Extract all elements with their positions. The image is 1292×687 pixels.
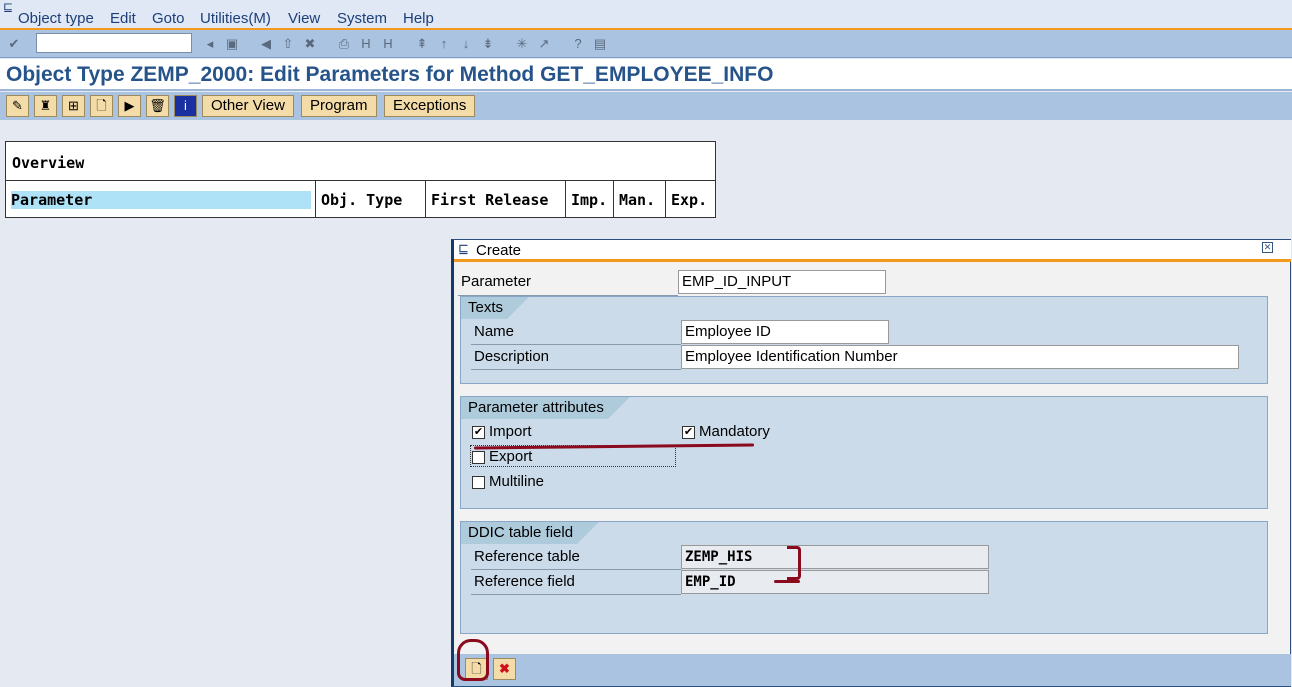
table-header-row: Parameter Obj. Type First Release Imp. M… (6, 180, 715, 218)
menu-view[interactable]: View (288, 10, 320, 27)
help-icon[interactable]: ? (570, 36, 586, 52)
import-checkbox[interactable]: ✔ (472, 426, 485, 439)
name-input[interactable]: Employee ID (681, 320, 889, 344)
find-icon[interactable]: H (358, 36, 374, 52)
layout-menu-icon[interactable]: ▤ (592, 36, 608, 52)
col-imp[interactable]: Imp. (566, 181, 614, 218)
parameter-attributes-group: Parameter attributes ✔ Import ✔ Mandator… (460, 396, 1268, 509)
description-label: Description (474, 348, 550, 365)
menu-system[interactable]: System (337, 10, 387, 27)
parameter-label: Parameter (461, 273, 532, 290)
attributes-group-title: Parameter attributes (461, 397, 630, 419)
hierarchy-icon[interactable]: ⊞ (62, 95, 85, 117)
ddic-group-title: DDIC table field (461, 522, 599, 544)
dialog-menu-icon[interactable]: ⊑ (458, 241, 469, 257)
col-exp[interactable]: Exp. (666, 181, 715, 218)
col-man[interactable]: Man. (614, 181, 666, 218)
overview-table: Overview Parameter Obj. Type First Relea… (5, 141, 716, 218)
multiline-label: Multiline (489, 473, 545, 490)
info-icon[interactable]: i (174, 95, 197, 117)
menu-goto[interactable]: Goto (152, 10, 185, 27)
mandatory-label: Mandatory (699, 423, 770, 440)
reference-table-field[interactable]: ZEMP_HIS (681, 545, 989, 569)
reference-table-label: Reference table (474, 548, 580, 565)
delete-icon[interactable]: 🗑 (146, 95, 169, 117)
import-label: Import (489, 423, 532, 440)
window-menu-icon[interactable]: ⊑ (3, 0, 13, 14)
program-button[interactable]: Program (301, 95, 377, 117)
hat-icon[interactable]: ♜ (34, 95, 57, 117)
col-obj-type[interactable]: Obj. Type (316, 181, 426, 218)
first-page-icon[interactable]: ⇞ (414, 36, 430, 52)
back-icon[interactable]: ◀ (258, 36, 274, 52)
application-toolbar: ✎ ♜ ⊞ 🗋 ▶ 🗑 i Other View Program Excepti… (0, 92, 1292, 120)
reference-field-field[interactable]: EMP_ID (681, 570, 989, 594)
col-first-release[interactable]: First Release (426, 181, 566, 218)
dialog-footer: 🗋 ✖ (454, 654, 1291, 686)
shortcut-icon[interactable]: ↗ (536, 36, 552, 52)
exceptions-button[interactable]: Exceptions (384, 95, 476, 117)
enter-icon[interactable]: ✔ (6, 36, 22, 52)
exit-icon[interactable]: ⇧ (280, 36, 296, 52)
generate-icon[interactable]: ▶ (118, 95, 141, 117)
prev-page-icon[interactable]: ↑ (436, 36, 452, 52)
back-arrow-icon[interactable]: ◂ (202, 36, 218, 52)
create-dialog: ⊑ Create ✕ Parameter EMP_ID_INPUT Texts … (451, 239, 1291, 687)
col-parameter[interactable]: Parameter (6, 181, 316, 218)
find-next-icon[interactable]: H (380, 36, 396, 52)
menu-bar: ⊑ Object type Edit Goto Utilities(M) Vie… (0, 0, 1292, 30)
new-session-icon[interactable]: ✳ (514, 36, 530, 52)
edit-pencil-icon[interactable]: ✎ (6, 95, 29, 117)
menu-help[interactable]: Help (403, 10, 434, 27)
dialog-title-bar: ⊑ Create ✕ (454, 240, 1291, 262)
menu-utilities[interactable]: Utilities(M) (200, 10, 271, 27)
parameter-input[interactable]: EMP_ID_INPUT (678, 270, 886, 294)
reference-field-label: Reference field (474, 573, 575, 590)
print-icon[interactable]: ⎙ (336, 36, 352, 52)
close-icon[interactable]: ✕ (1262, 242, 1273, 253)
multiline-checkbox[interactable] (472, 476, 485, 489)
last-page-icon[interactable]: ⇟ (480, 36, 496, 52)
system-toolbar: ✔ ◂ ▣ ◀ ⇧ ✖ ⎙ H H ⇞ ↑ ↓ ⇟ ✳ ↗ ? ▤ (0, 30, 1292, 58)
name-label: Name (474, 323, 515, 340)
texts-group: Texts Name Employee ID Description Emplo… (460, 296, 1268, 384)
export-label: Export (489, 448, 533, 465)
mandatory-checkbox[interactable]: ✔ (682, 426, 695, 439)
cancel-icon[interactable]: ✖ (302, 36, 318, 52)
command-field[interactable] (36, 33, 192, 53)
menu-edit[interactable]: Edit (110, 10, 136, 27)
texts-group-title: Texts (461, 297, 529, 319)
next-page-icon[interactable]: ↓ (458, 36, 474, 52)
other-view-button[interactable]: Other View (202, 95, 294, 117)
overview-heading: Overview (12, 154, 85, 172)
description-input[interactable]: Employee Identification Number (681, 345, 1239, 369)
ddic-group: DDIC table field Reference table ZEMP_HI… (460, 521, 1268, 634)
title-bar: Object Type ZEMP_2000: Edit Parameters f… (0, 59, 1292, 91)
menu-object-type[interactable]: Object type (18, 10, 94, 27)
create-icon[interactable]: 🗋 (90, 95, 113, 117)
page-title: Object Type ZEMP_2000: Edit Parameters f… (6, 63, 774, 86)
save-icon[interactable]: ▣ (224, 36, 240, 52)
cancel-icon[interactable]: ✖ (493, 658, 516, 680)
dialog-title: Create (476, 242, 522, 259)
export-checkbox[interactable] (472, 451, 485, 464)
